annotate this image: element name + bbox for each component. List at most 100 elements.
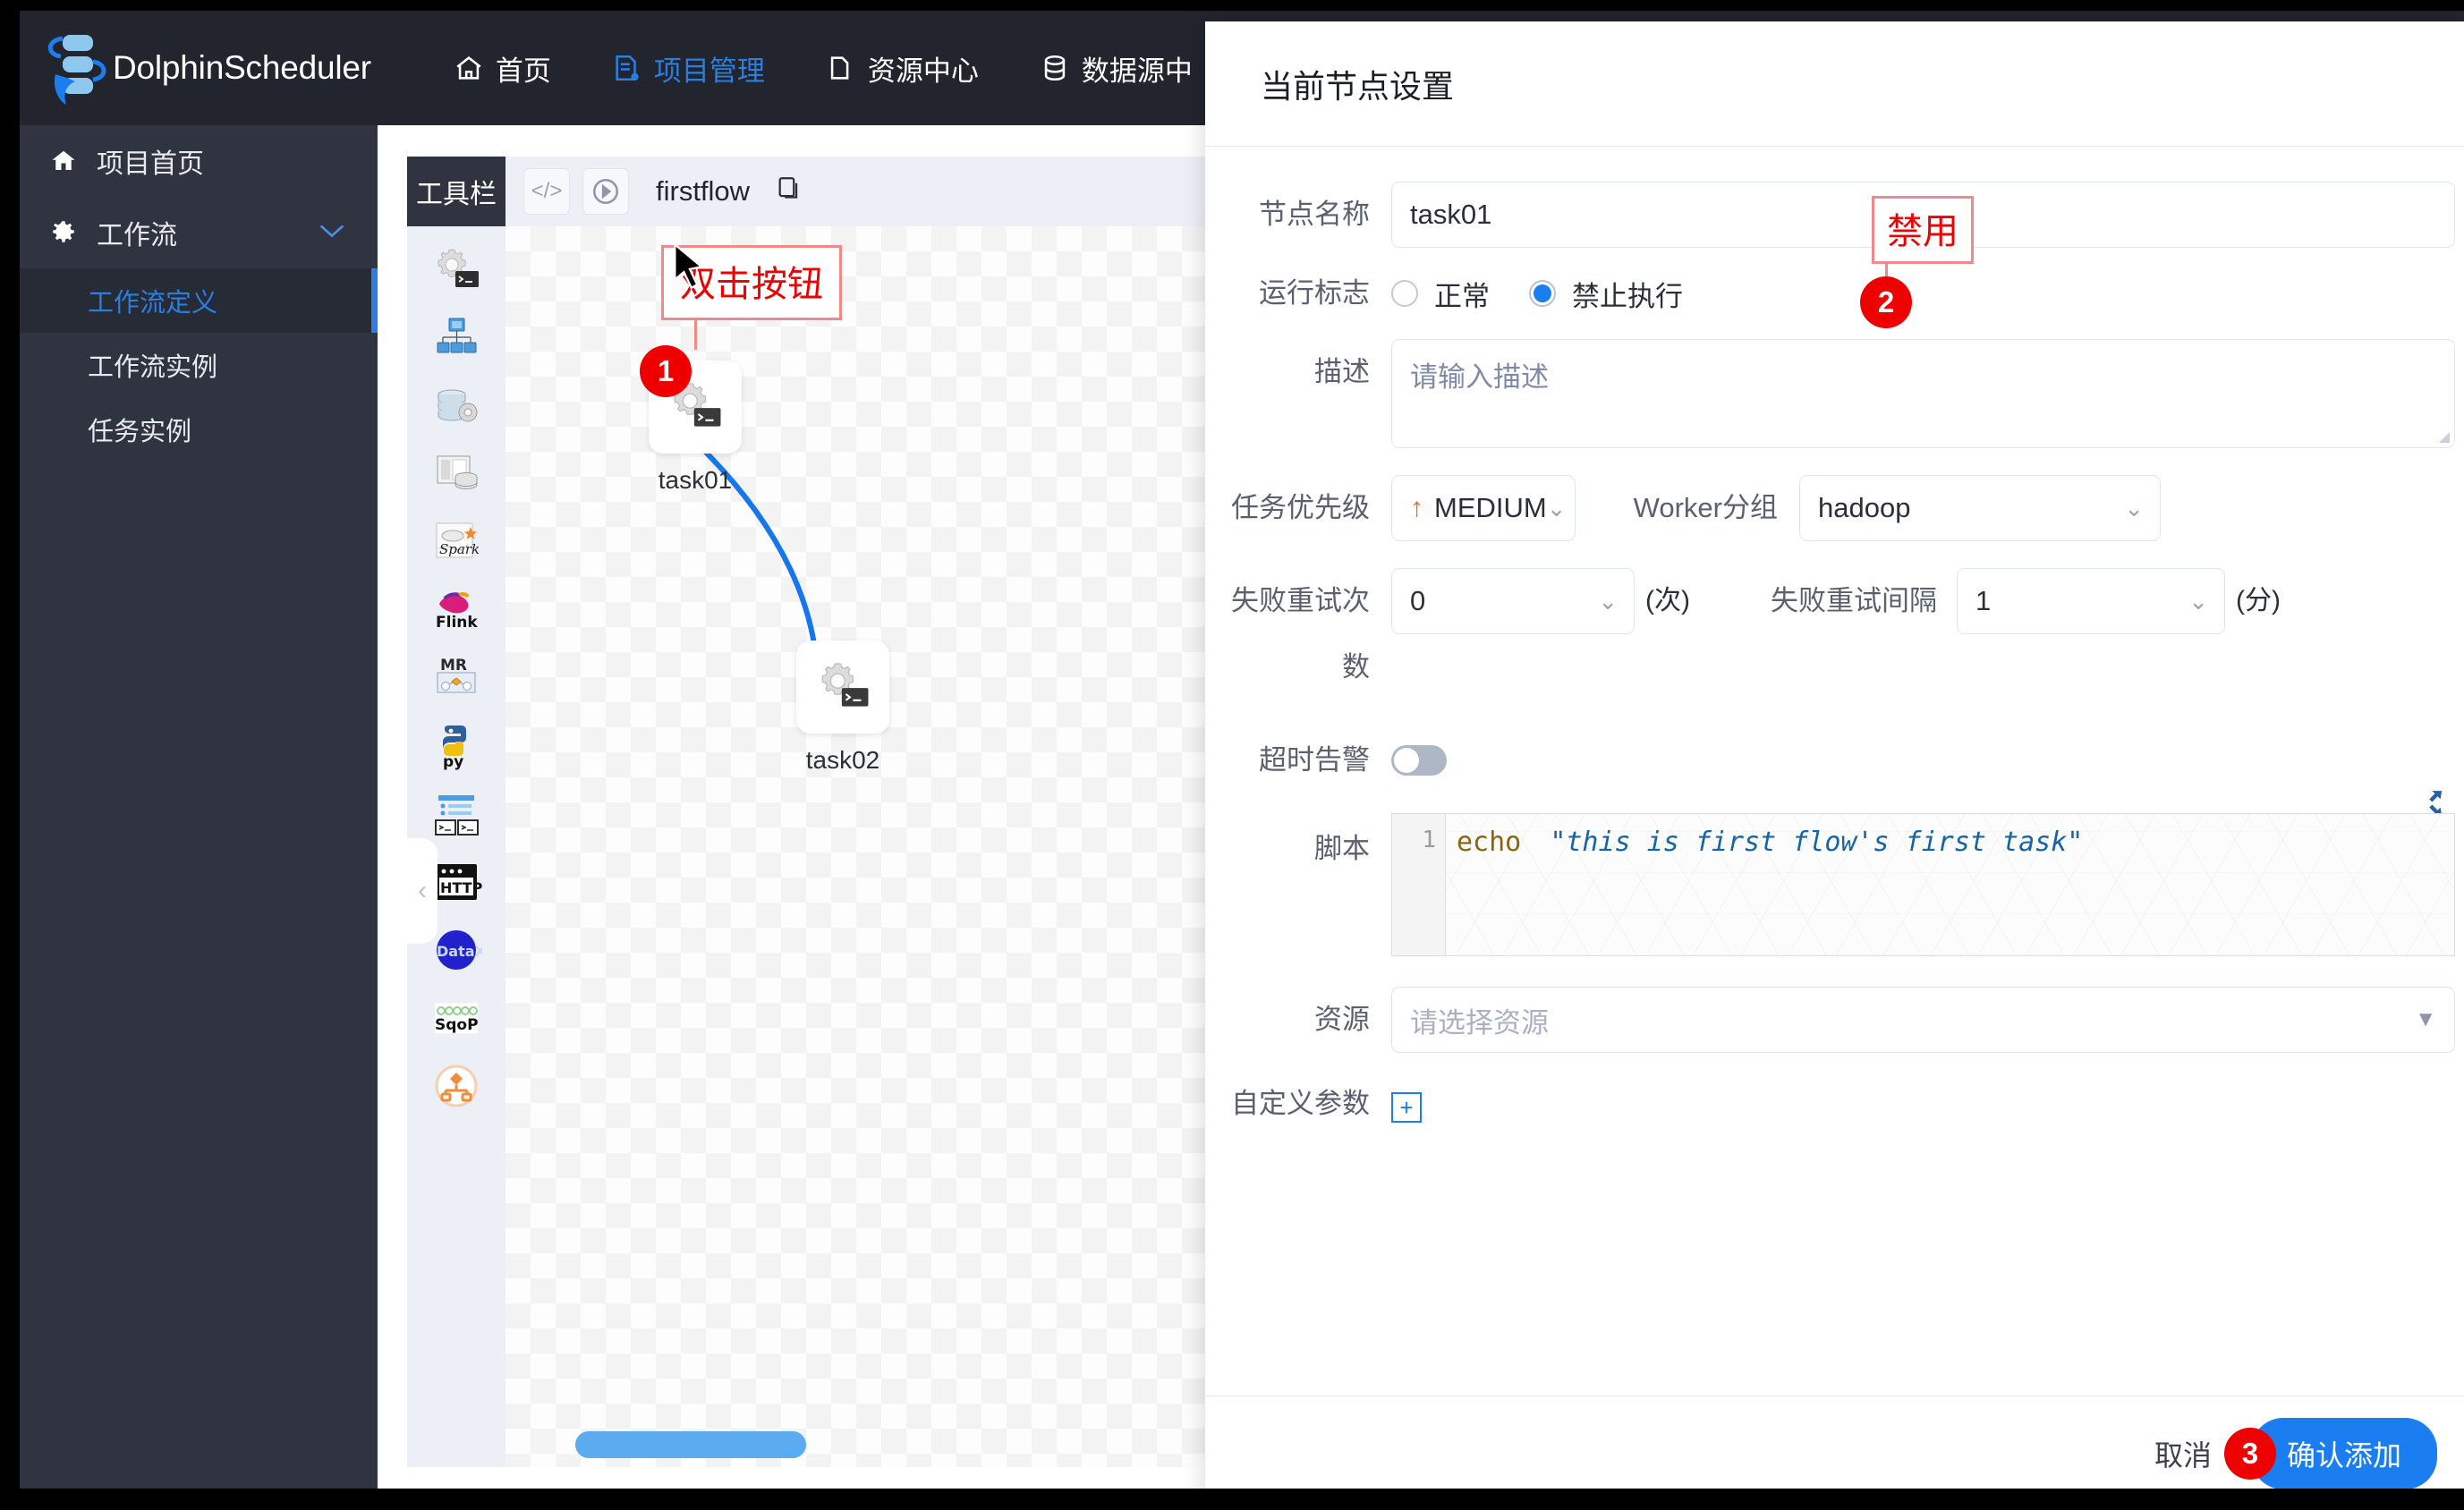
dag-node-task02[interactable]: task02 (796, 640, 889, 775)
sidebar-item-workflow-definition[interactable]: 工作流定义 (20, 268, 378, 333)
sql-task-icon[interactable] (429, 446, 484, 502)
dialog-footer: 取消 确认添加 3 (1205, 1395, 2464, 1489)
nav-item-resource[interactable]: 资源中心 (826, 48, 979, 89)
chevron-down-icon: ▼ (2415, 1007, 2436, 1031)
retry-times-value: 0 (1410, 585, 1426, 616)
worker-group-value: hadoop (1818, 492, 1911, 523)
subprocess-task-icon[interactable] (429, 310, 484, 366)
retry-interval-select[interactable]: 1 ⌄ (1956, 568, 2225, 634)
conditions-task-icon[interactable] (429, 1058, 484, 1114)
label-worker-group: Worker分组 (1633, 492, 1778, 523)
label-retry-times: 失败重试次数 (1231, 585, 1370, 683)
view-code-button[interactable]: </> (523, 168, 570, 215)
sidebar-item-task-instance[interactable]: 任务实例 (20, 397, 378, 462)
sqoop-task-icon[interactable]: SqoP (429, 990, 484, 1046)
home-icon (50, 148, 77, 174)
radio-run-flag-forbidden[interactable] (1529, 280, 1556, 307)
nav-items: 首页 项目管理 资源中心 数据源中 (454, 48, 1253, 89)
retry-times-unit: (次) (1645, 586, 1690, 615)
nav-item-project[interactable]: 项目管理 (612, 48, 765, 89)
procedure-task-icon[interactable] (429, 378, 484, 434)
nav-item-home[interactable]: 首页 (454, 48, 551, 89)
folder-icon (826, 53, 856, 83)
nav-item-datasource[interactable]: 数据源中 (1040, 48, 1193, 89)
worker-group-select[interactable]: hadoop ⌄ (1799, 475, 2161, 541)
nav-label-home: 首页 (495, 55, 551, 87)
sidebar-item-project-home[interactable]: 项目首页 (20, 125, 378, 197)
label-node-name: 节点名称 (1259, 199, 1370, 230)
chevron-down-icon[interactable] (317, 217, 347, 248)
script-code-area[interactable]: echo "this is first flow's first task" (1446, 814, 2454, 955)
retry-interval-unit: (分) (2235, 586, 2281, 615)
panel-collapse-handle[interactable]: ‹ (407, 838, 438, 944)
sidebar-label-workflow-instance: 工作流实例 (88, 353, 218, 382)
mr-task-icon[interactable]: MR (429, 650, 484, 706)
shell-task-icon[interactable] (429, 242, 484, 298)
app-window: DolphinScheduler 首页 项目管理 资源中心 数据源中 项目首页 … (20, 11, 2464, 1489)
flink-task-icon[interactable]: Flink (429, 582, 484, 638)
field-retry-row: 失败重试次数 0 ⌄ (次) 失败重试间隔 1 ⌄ (分) (1205, 568, 2455, 700)
step-badge-2: 2 (1860, 276, 1912, 328)
sidebar-item-workflow[interactable]: 工作流 (20, 197, 378, 268)
field-script: 脚本 1 echo "this is first flow's first ta… (1205, 791, 2455, 956)
nav-label-project: 项目管理 (653, 55, 765, 87)
cancel-button[interactable]: 取消 (2154, 1433, 2212, 1474)
resource-select[interactable]: 请选择资源 ▼ (1391, 987, 2455, 1053)
spark-task-icon[interactable]: Spark (429, 514, 484, 570)
radio-run-flag-normal[interactable] (1391, 280, 1418, 307)
chevron-down-icon: ⌄ (2188, 587, 2208, 615)
dependent-task-icon[interactable] (429, 786, 484, 842)
code-icon: </> (531, 179, 563, 203)
script-editor[interactable]: 1 echo "this is first flow's first task" (1391, 813, 2455, 956)
home-icon (454, 53, 484, 83)
radio-label-forbidden: 禁止执行 (1572, 280, 1683, 312)
label-custom-params: 自定义参数 (1231, 1088, 1370, 1119)
sidebar-label-workflow: 工作流 (97, 221, 177, 250)
field-custom-params: 自定义参数 + (1205, 1076, 2455, 1132)
run-flow-button[interactable] (582, 168, 629, 215)
sidebar-label-workflow-definition: 工作流定义 (88, 289, 218, 318)
sidebar-item-workflow-instance[interactable]: 工作流实例 (20, 333, 378, 397)
svg-text:Spark: Spark (439, 541, 480, 557)
resource-placeholder: 请选择资源 (1410, 1006, 1549, 1039)
retry-times-select[interactable]: 0 ⌄ (1391, 568, 1635, 634)
script-keyword: echo (1457, 827, 1522, 858)
dag-node-task02-label: task02 (805, 746, 880, 774)
nav-label-datasource: 数据源中 (1081, 55, 1193, 87)
add-custom-param-button[interactable]: + (1391, 1092, 1422, 1123)
task-priority-select[interactable]: ↑ MEDIUM ⌄ (1391, 475, 1576, 541)
step-badge-1: 1 (640, 345, 692, 397)
dialog-title: 当前节点设置 (1261, 67, 1455, 105)
chevron-down-icon: ⌄ (1598, 587, 1618, 615)
chevron-down-icon: ⌄ (2124, 494, 2144, 522)
copy-icon[interactable] (775, 174, 805, 209)
label-description: 描述 (1314, 356, 1370, 387)
flow-name: firstflow (656, 175, 751, 207)
confirm-add-button[interactable]: 确认添加 (2250, 1417, 2437, 1489)
script-string: "this is first flow's first task" (1550, 827, 2084, 858)
field-description: 描述 请输入描述 (1205, 339, 2455, 448)
brand[interactable]: DolphinScheduler (36, 28, 371, 108)
label-script: 脚本 (1314, 833, 1370, 864)
toolbar-title: 工具栏 (407, 157, 506, 226)
nav-label-resource: 资源中心 (867, 55, 979, 87)
gear-icon (50, 219, 77, 246)
screenshot-root: DolphinScheduler 首页 项目管理 资源中心 数据源中 项目首页 … (0, 0, 2464, 1510)
description-textarea[interactable]: 请输入描述 (1391, 339, 2455, 448)
label-timeout-alarm: 超时告警 (1259, 744, 1370, 776)
canvas-scrollbar-thumb[interactable] (575, 1431, 806, 1458)
label-run-flag: 运行标志 (1259, 277, 1370, 309)
chevron-left-icon: ‹ (418, 876, 427, 905)
svg-text:DataX: DataX (437, 943, 482, 960)
svg-text:Flink: Flink (436, 614, 478, 632)
dag-node-task01-label: task01 (658, 466, 733, 494)
timeout-alarm-toggle[interactable] (1391, 745, 1447, 776)
task-priority-value: MEDIUM (1434, 492, 1547, 523)
dolphinscheduler-logo-icon (36, 28, 109, 108)
python-task-icon[interactable]: py (429, 718, 484, 774)
sidebar-label-project-home: 项目首页 (97, 149, 204, 179)
dag-node-task02-box[interactable] (796, 640, 889, 734)
svg-text:MR: MR (440, 657, 467, 674)
sidebar: 项目首页 工作流 工作流定义 工作流实例 任务实例 (20, 125, 378, 1489)
field-timeout-alarm: 超时告警 (1205, 727, 2455, 793)
